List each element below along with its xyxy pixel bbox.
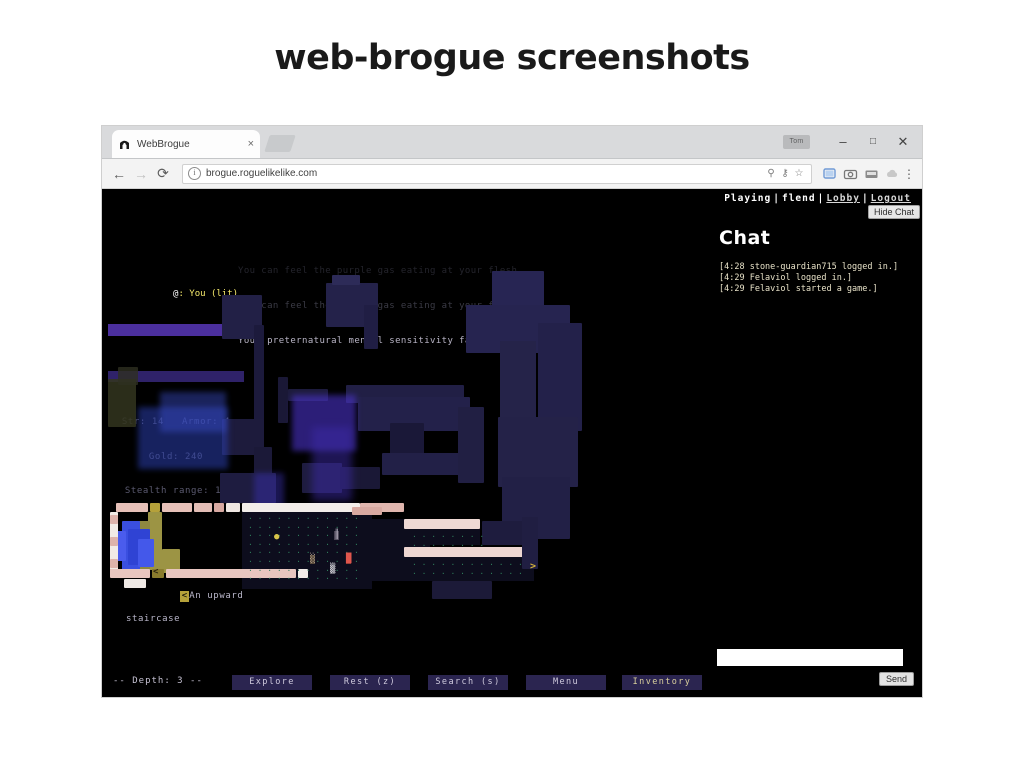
url-text: brogue.roguelikelike.com bbox=[206, 168, 318, 179]
back-icon[interactable]: ← bbox=[108, 166, 130, 182]
hide-chat-button[interactable]: Hide Chat bbox=[867, 205, 920, 219]
screen-icon[interactable] bbox=[862, 167, 881, 181]
chat-input[interactable] bbox=[717, 649, 903, 666]
slide-root: web-brogue screenshots WebBrogue × Tom –… bbox=[0, 0, 1024, 768]
forward-icon[interactable]: → bbox=[130, 166, 152, 182]
chat-message: [4:29 Felaviol logged in.] bbox=[719, 273, 853, 283]
info-icon[interactable]: i bbox=[188, 167, 201, 180]
new-tab-button[interactable] bbox=[264, 135, 296, 152]
window-controls: Tom – □ ✕ bbox=[783, 126, 918, 158]
chat-message: [4:28 stone-guardian715 logged in.] bbox=[719, 262, 899, 272]
nav-logout-link[interactable]: Logout bbox=[871, 193, 911, 204]
chat-heading: Chat bbox=[719, 227, 771, 249]
nav-separator-3: | bbox=[861, 193, 869, 204]
cloud-icon[interactable] bbox=[883, 167, 902, 181]
browser-window: WebBrogue × Tom – □ ✕ ← → ⟳ i brogue.rog… bbox=[101, 125, 923, 698]
browser-toolbar: ← → ⟳ i brogue.roguelikelike.com ⚲ ⚷ ☆ ⋮ bbox=[102, 159, 922, 189]
search-button[interactable]: Search (s) bbox=[428, 675, 508, 690]
up-staircase-glyph[interactable]: < bbox=[153, 568, 158, 577]
game-bottom-bar: -- Depth: 3 -- Explore Rest (z) Search (… bbox=[102, 675, 710, 691]
nav-separator-2: | bbox=[817, 193, 825, 204]
key-icon[interactable]: ⚷ bbox=[778, 168, 792, 179]
profile-button[interactable]: Tom bbox=[783, 135, 810, 149]
browser-menu-icon[interactable]: ⋮ bbox=[902, 168, 916, 180]
explore-button[interactable]: Explore bbox=[232, 675, 312, 690]
close-icon[interactable]: × bbox=[244, 138, 254, 150]
chat-message: [4:29 Felaviol started a game.] bbox=[719, 284, 878, 294]
nav-lobby-link[interactable]: Lobby bbox=[826, 193, 860, 204]
nav-username: flend bbox=[781, 193, 816, 204]
browser-tab[interactable]: WebBrogue × bbox=[112, 130, 260, 158]
web-page: Playing | flend | Lobby | Logout Hide Chat Cha… bbox=[102, 189, 922, 697]
cast-icon[interactable] bbox=[820, 167, 839, 181]
chat-send-button[interactable]: Send bbox=[878, 672, 914, 686]
nav-status: Playing bbox=[724, 193, 772, 204]
close-window-button[interactable]: ✕ bbox=[888, 126, 918, 158]
tab-title: WebBrogue bbox=[137, 138, 190, 150]
dungeon-map[interactable]: > < . . . . . . . . . . . . . . . . . . … bbox=[102, 267, 710, 687]
tab-strip: WebBrogue × Tom – □ ✕ bbox=[102, 126, 922, 159]
reload-icon[interactable]: ⟳ bbox=[152, 165, 174, 182]
star-icon[interactable]: ☆ bbox=[792, 168, 806, 179]
inventory-button[interactable]: Inventory bbox=[622, 675, 702, 690]
game-nav: Playing | flend | Lobby | Logout bbox=[724, 193, 911, 204]
game-console[interactable]: @: You (lit) Health Nutrition bbox=[102, 189, 710, 697]
page-title: web-brogue screenshots bbox=[274, 38, 750, 78]
menu-button[interactable]: Menu bbox=[526, 675, 606, 690]
brogue-icon bbox=[118, 138, 131, 151]
down-staircase-glyph[interactable]: > bbox=[530, 562, 536, 572]
maximize-button[interactable]: □ bbox=[858, 126, 888, 158]
address-bar[interactable]: i brogue.roguelikelike.com ⚲ ⚷ ☆ bbox=[182, 163, 812, 184]
chat-log: [4:28 stone-guardian715 logged in.] [4:2… bbox=[719, 262, 922, 295]
nav-separator-1: | bbox=[773, 193, 780, 204]
rest-button[interactable]: Rest (z) bbox=[330, 675, 410, 690]
depth-label: -- Depth: 3 -- bbox=[113, 676, 203, 686]
camera-icon[interactable] bbox=[841, 167, 860, 181]
chat-panel: Chat [4:28 stone-guardian715 logged in.]… bbox=[707, 219, 922, 697]
search-icon[interactable]: ⚲ bbox=[764, 168, 778, 179]
minimize-button[interactable]: – bbox=[828, 126, 858, 158]
